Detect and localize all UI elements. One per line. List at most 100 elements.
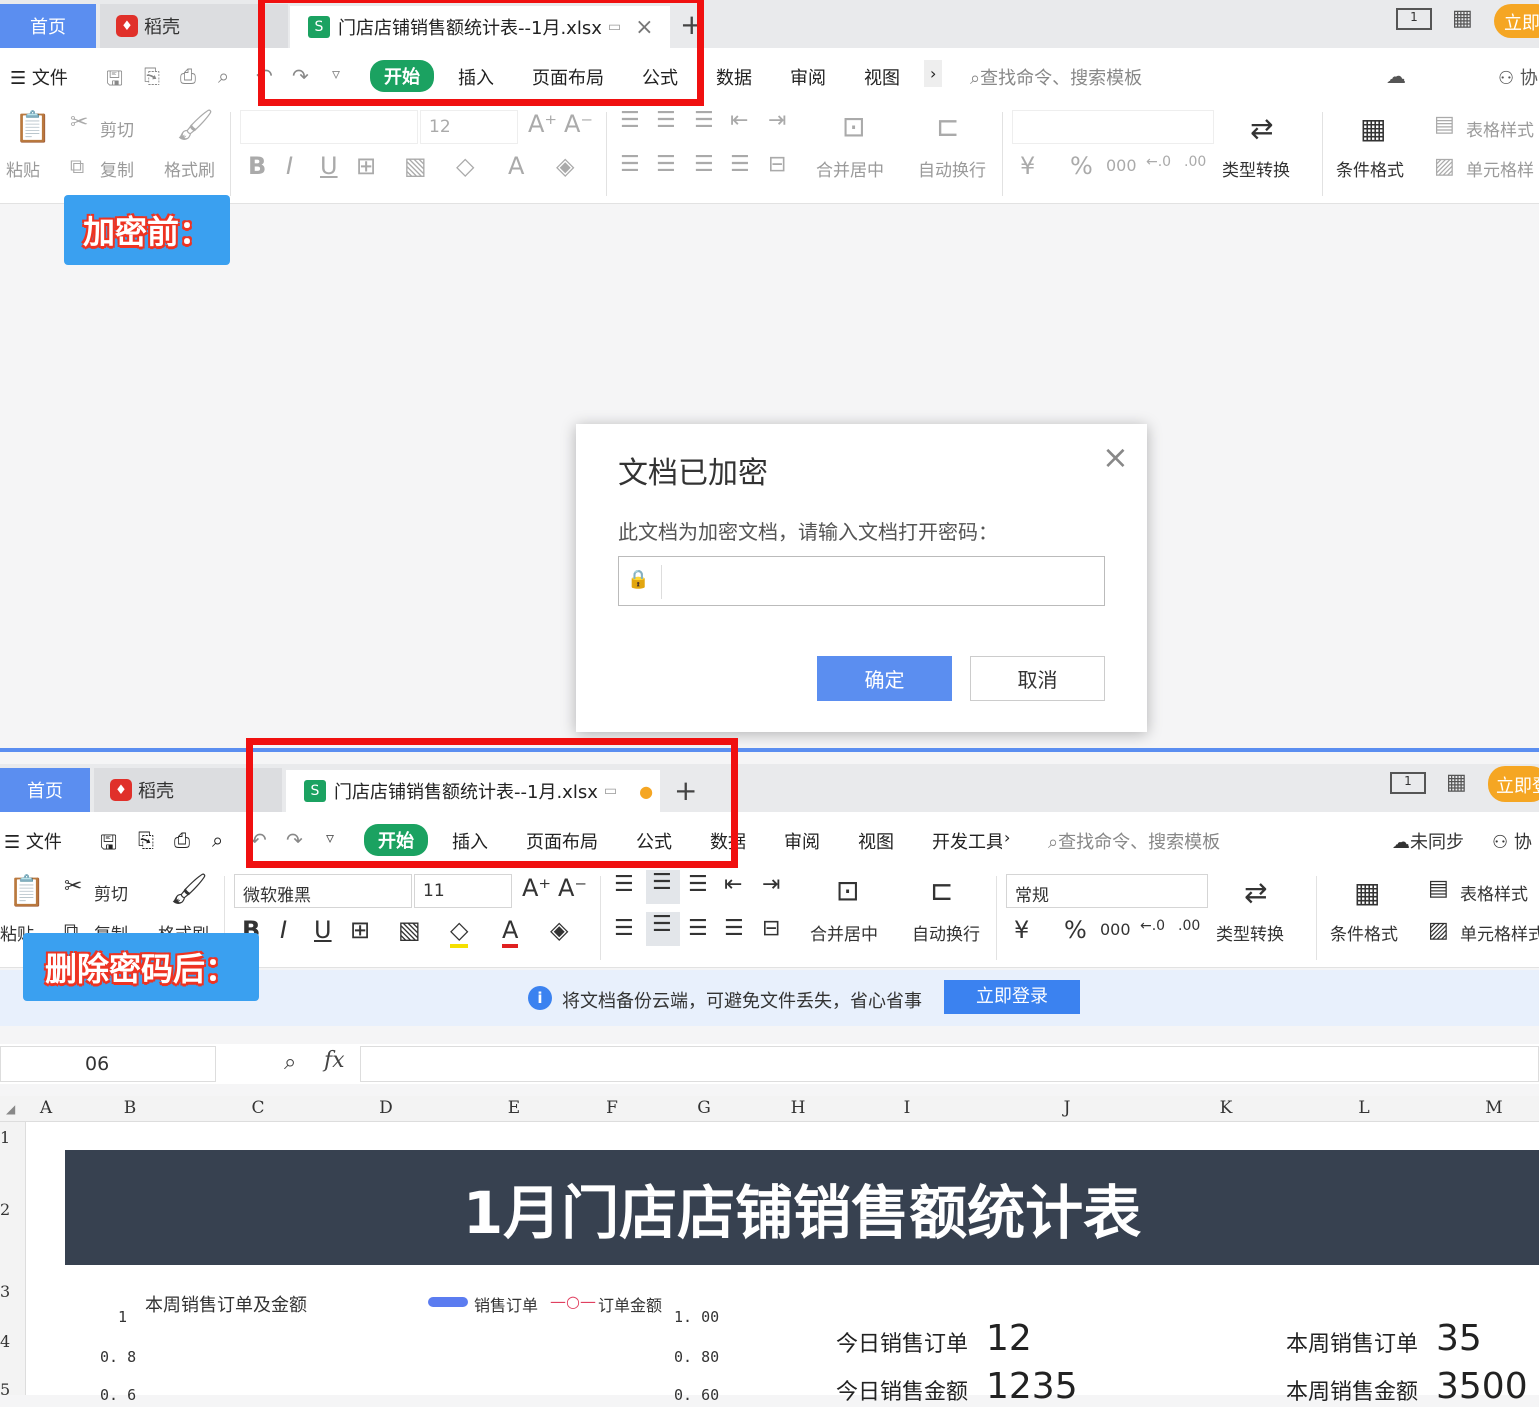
wrap-button[interactable]: 自动换行 <box>918 156 986 181</box>
export-icon[interactable]: ⎘ <box>144 64 160 88</box>
currency-icon[interactable]: ¥ <box>1020 152 1035 180</box>
collab-button[interactable]: ⚇ 协 <box>1492 828 1532 854</box>
distribute-icon[interactable]: ⊟ <box>768 152 786 177</box>
layout-icon[interactable]: 1 <box>1390 772 1426 794</box>
cut-button[interactable]: 剪切 <box>94 880 128 905</box>
indent-decrease-icon[interactable]: ⇤ <box>730 108 748 133</box>
fill-color-icon[interactable]: ◇ <box>456 152 474 180</box>
align-center-icon[interactable]: ☰ <box>656 152 676 177</box>
close-icon[interactable]: × <box>1102 438 1129 476</box>
name-box[interactable]: 06 <box>0 1046 216 1082</box>
layout-icon[interactable]: 1 <box>1396 8 1432 30</box>
cell-style-button[interactable]: 单元格样式 <box>1460 920 1539 945</box>
align-bottom-icon[interactable]: ☰ <box>694 108 714 133</box>
table-style-button[interactable]: 表格样式 <box>1466 116 1534 141</box>
merge-button[interactable]: 合并居中 <box>810 920 878 945</box>
column-header[interactable]: K <box>1154 1098 1298 1118</box>
paste-button[interactable]: 粘贴 <box>6 156 40 181</box>
align-left-icon[interactable]: ☰ <box>620 152 640 177</box>
fill-style-icon[interactable]: ▧ <box>404 152 427 180</box>
zoom-icon[interactable]: ⌕ <box>284 1050 296 1075</box>
tab-view[interactable]: 视图 <box>864 64 900 90</box>
underline-icon[interactable]: U <box>314 916 332 944</box>
increase-decimal-icon[interactable]: ←.0 <box>1146 154 1171 170</box>
distribute-icon[interactable]: ⊟ <box>762 916 780 941</box>
font-size-select[interactable]: 12 <box>420 110 518 144</box>
justify-icon[interactable]: ☰ <box>724 916 744 941</box>
save-icon[interactable]: 🖫 <box>100 828 117 862</box>
column-header[interactable]: C <box>194 1098 322 1118</box>
fill-color-icon[interactable]: ◇ <box>450 916 469 948</box>
row-header[interactable]: 3 <box>0 1282 26 1301</box>
table-style-button[interactable]: 表格样式 <box>1460 880 1528 905</box>
column-header[interactable]: A <box>26 1098 66 1118</box>
font-shrink-icon[interactable]: A⁻ <box>564 110 593 138</box>
print-icon[interactable]: ⎙ <box>180 64 196 88</box>
align-right-icon[interactable]: ☰ <box>694 152 714 177</box>
file-menu[interactable]: ☰ 文件 <box>10 64 68 90</box>
more-tabs-button[interactable]: › <box>924 60 943 87</box>
indent-increase-icon[interactable]: ⇥ <box>768 108 786 133</box>
indent-increase-icon[interactable]: ⇥ <box>762 872 780 897</box>
login-button[interactable]: 立即 <box>1494 4 1539 38</box>
font-select[interactable]: 微软雅黑 <box>234 874 412 908</box>
collab-button[interactable]: ⚇ 协 <box>1498 64 1538 90</box>
align-top-icon[interactable]: ☰ <box>614 872 634 897</box>
bold-icon[interactable]: B <box>248 152 266 180</box>
format-painter-button[interactable]: 格式刷 <box>164 156 215 181</box>
align-left-icon[interactable]: ☰ <box>614 916 634 941</box>
column-header[interactable]: B <box>66 1098 194 1118</box>
formula-input[interactable] <box>360 1046 1539 1082</box>
row-header[interactable]: 1 <box>0 1128 26 1147</box>
row-header[interactable]: 4 <box>0 1332 26 1351</box>
align-middle-icon[interactable]: ☰ <box>646 870 680 904</box>
thousands-icon[interactable]: 000 <box>1100 920 1131 939</box>
conditional-format-button[interactable]: 条件格式 <box>1336 156 1404 181</box>
cut-button[interactable]: 剪切 <box>100 116 134 141</box>
cloud-login-button[interactable]: 立即登录 <box>944 980 1080 1014</box>
merge-button[interactable]: 合并居中 <box>816 156 884 181</box>
align-top-icon[interactable]: ☰ <box>620 108 640 133</box>
function-icon[interactable]: fx <box>324 1048 345 1073</box>
password-input[interactable]: 🔒 <box>618 556 1105 606</box>
convert-button[interactable]: 类型转换 <box>1216 920 1284 945</box>
wrap-button[interactable]: 自动换行 <box>912 920 980 945</box>
underline-icon[interactable]: U <box>320 152 338 180</box>
column-header[interactable]: G <box>646 1098 762 1118</box>
fill-style-icon[interactable]: ▧ <box>398 916 421 944</box>
eraser-icon[interactable]: ◈ <box>556 152 574 180</box>
column-header[interactable]: F <box>578 1098 646 1118</box>
percent-icon[interactable]: % <box>1070 152 1093 180</box>
top-tab-home[interactable]: 首页 <box>0 4 96 48</box>
column-header[interactable]: D <box>322 1098 450 1118</box>
font-color-icon[interactable]: A <box>508 152 524 180</box>
font-select[interactable] <box>240 110 418 144</box>
thousands-icon[interactable]: 000 <box>1106 156 1137 175</box>
sync-status[interactable]: ☁未同步 <box>1392 828 1464 854</box>
more-tabs-button[interactable]: › <box>1004 828 1010 847</box>
border-icon[interactable]: ⊞ <box>356 152 376 180</box>
preview-icon[interactable]: ⌕ <box>212 828 223 852</box>
align-right-icon[interactable]: ☰ <box>688 916 708 941</box>
tab-developer[interactable]: 开发工具 <box>932 828 1002 854</box>
eraser-icon[interactable]: ◈ <box>550 916 568 944</box>
increase-decimal-icon[interactable]: ←.0 <box>1140 918 1165 934</box>
column-header[interactable]: I <box>834 1098 980 1118</box>
save-icon[interactable]: 🖫 <box>106 64 123 98</box>
align-middle-icon[interactable]: ☰ <box>656 108 676 133</box>
tab-data[interactable]: 数据 <box>716 64 752 90</box>
grid-icon[interactable]: ▦ <box>1452 6 1473 31</box>
grid-icon[interactable]: ▦ <box>1446 770 1467 795</box>
copy-button[interactable]: 复制 <box>100 156 134 181</box>
export-icon[interactable]: ⎘ <box>138 828 154 852</box>
conditional-format-button[interactable]: 条件格式 <box>1330 920 1398 945</box>
cell-style-button[interactable]: 单元格样 <box>1466 156 1534 181</box>
paste-icon[interactable]: 📋 <box>8 874 45 909</box>
search-box[interactable]: ⌕查找命令、搜索模板 <box>970 64 1142 90</box>
border-icon[interactable]: ⊞ <box>350 916 370 944</box>
tab-review[interactable]: 审阅 <box>784 828 820 854</box>
convert-button[interactable]: 类型转换 <box>1222 156 1290 181</box>
search-box[interactable]: ⌕查找命令、搜索模板 <box>1048 828 1220 854</box>
decrease-decimal-icon[interactable]: .00 <box>1184 154 1206 170</box>
currency-icon[interactable]: ¥ <box>1014 916 1029 944</box>
